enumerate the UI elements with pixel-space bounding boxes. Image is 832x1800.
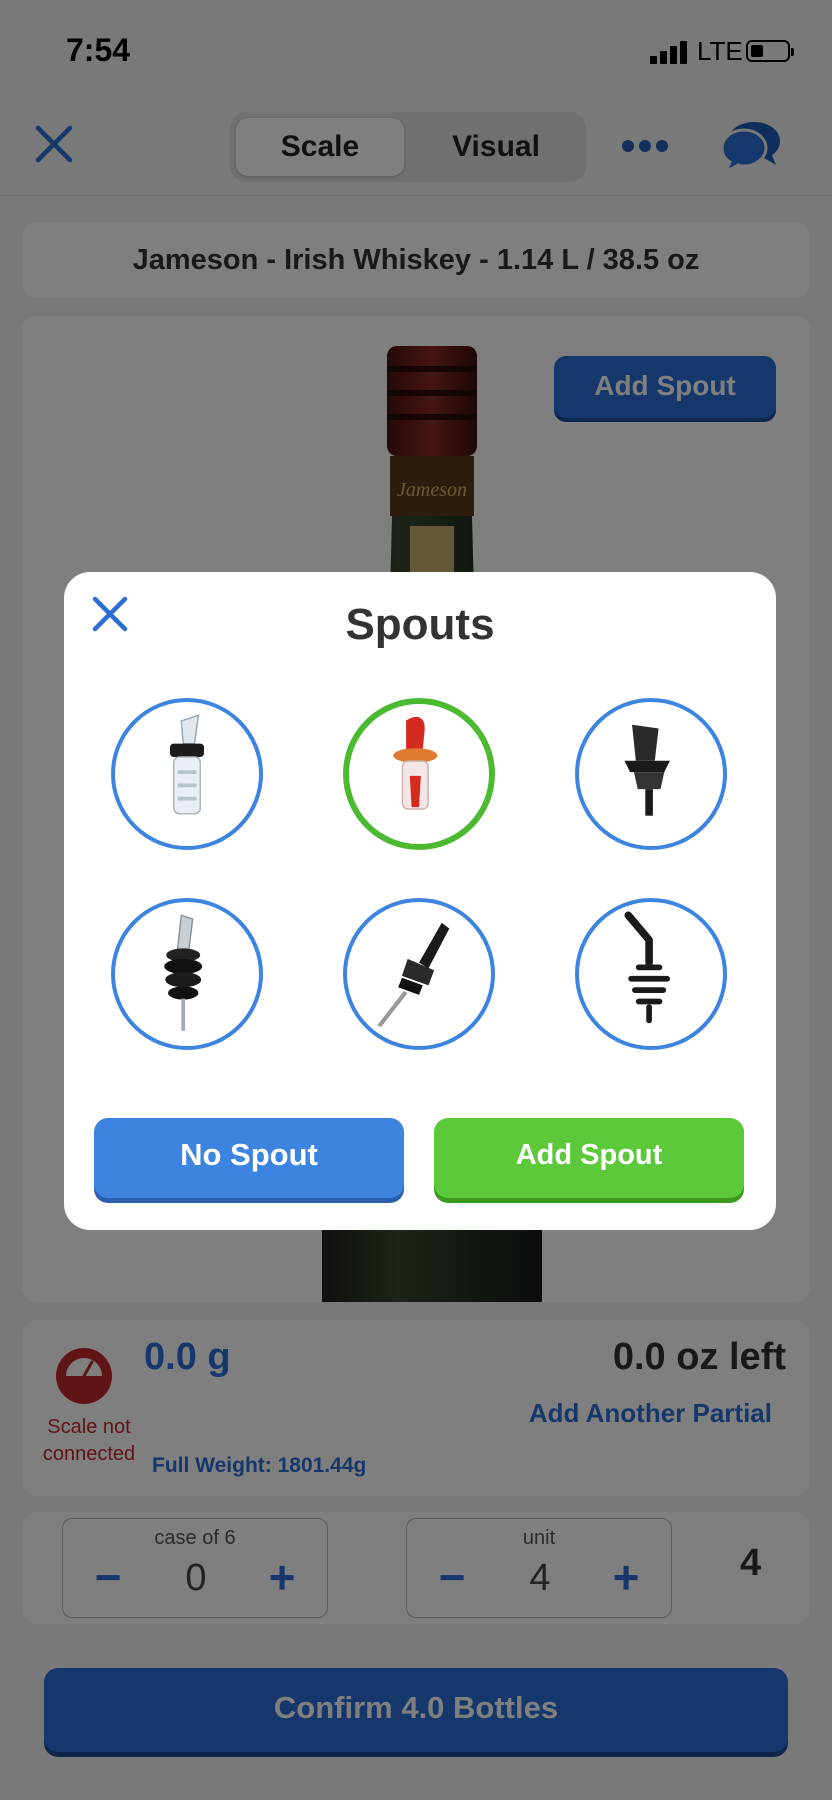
modal-title: Spouts (345, 600, 495, 649)
black-long-spout-icon (377, 922, 450, 1028)
black-tapered-spout-icon (624, 724, 670, 816)
add-spout-button[interactable]: Add Spout (434, 1118, 744, 1198)
no-spout-button[interactable]: No Spout (94, 1118, 404, 1198)
spout-option-5[interactable] (343, 898, 495, 1050)
spout-outline-icon (624, 911, 670, 1024)
spout-option-4[interactable] (111, 898, 263, 1050)
spouts-modal: Spouts No Spout Add Spout (64, 572, 776, 1230)
steel-spout-cork-icon (164, 914, 203, 1031)
red-pourer-spout-icon (393, 716, 438, 810)
clear-pourer-spout-icon (169, 714, 205, 815)
spout-option-6[interactable] (575, 898, 727, 1050)
spout-option-1[interactable] (111, 698, 263, 850)
spout-option-2[interactable] (343, 698, 495, 850)
spout-option-3[interactable] (575, 698, 727, 850)
